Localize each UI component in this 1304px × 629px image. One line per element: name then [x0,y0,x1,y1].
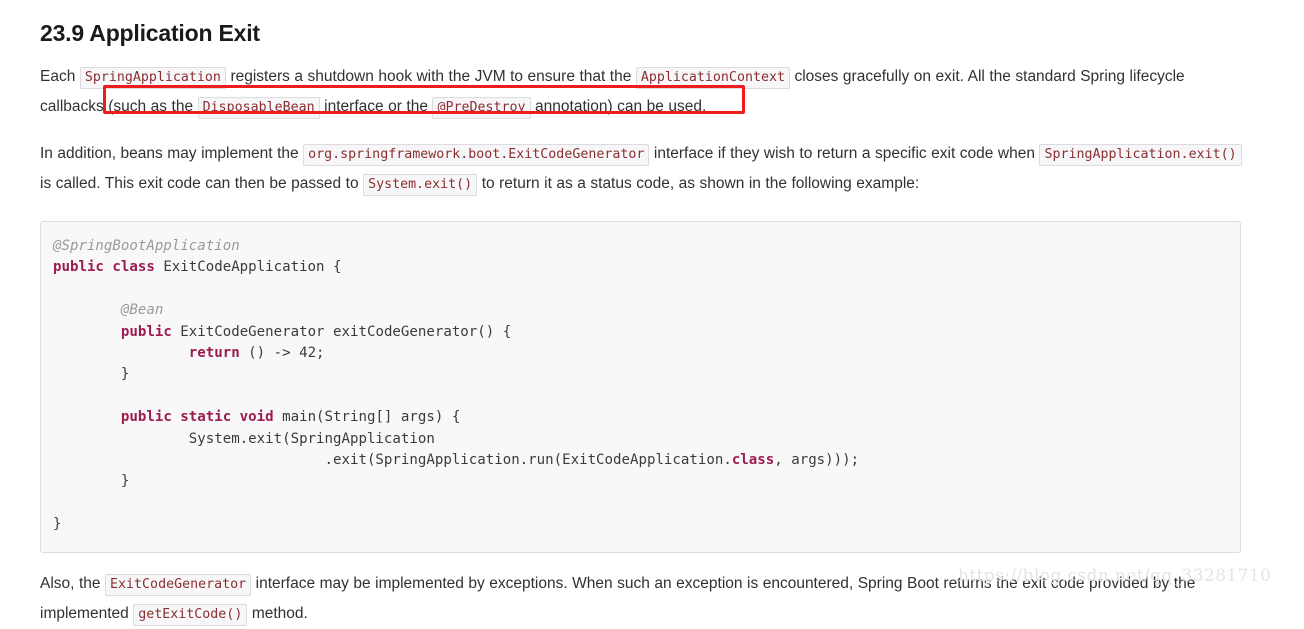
code-token: } [53,473,130,490]
code-token: } [53,516,62,533]
inline-code-spring-application: SpringApplication [79,67,226,89]
inline-code-exit-code-generator-fqn: org.springframework.boot.ExitCodeGenerat… [303,144,650,166]
code-token: ExitCodeGenerator exitCodeGenerator() { [171,323,512,340]
text-run: method. [247,604,308,622]
inline-code-application-context: ApplicationContext [635,67,790,89]
inline-code-exit-code-generator: ExitCodeGenerator [105,573,252,596]
text-run: interface or the [319,98,433,115]
code-token: main(String[] args) { [273,409,461,426]
inline-code-pre-destroy: @PreDestroy [432,97,531,119]
code-token: public class [53,259,155,276]
code-token: .exit(SpringApplication.run(ExitCodeAppl… [53,452,732,469]
document-page: 23.9 Application Exit Each SpringApplica… [40,0,1242,629]
page-title: 23.9 Application Exit [40,20,260,46]
code-token: } [53,366,130,383]
code-token: @Bean [120,302,164,319]
code-token: class [731,452,775,469]
text-run: In addition, beans may implement the [40,145,304,162]
code-block-exit-code-application: @SpringBootApplication public class Exit… [40,221,1241,553]
text-run: to return it as a status code, as shown … [477,175,920,192]
code-token: () -> 42; [239,345,325,362]
code-token: , args))); [774,452,860,469]
text-run: registers a shutdown hook with the JVM t… [225,68,636,85]
code-listing: @SpringBootApplication public class Exit… [53,236,1224,536]
text-run: Each [40,68,80,85]
watermark-text: https://blog.csdn.net/qq_33281710 [958,566,1272,586]
paragraph-application-exit-intro: Each SpringApplication registers a shutd… [40,62,1242,122]
text-run: Also, the [40,574,106,592]
text-run: annotation) can be used. [530,98,707,115]
code-token: System.exit(SpringApplication [53,430,435,447]
code-token: public [120,323,172,340]
inline-code-get-exit-code: getExitCode() [133,603,248,626]
text-run: is called. This exit code can then be pa… [40,175,364,192]
code-token: public static void [120,409,274,426]
inline-code-disposable-bean: DisposableBean [197,97,320,119]
code-token: ExitCodeApplication { [154,259,342,276]
inline-code-spring-application-exit: SpringApplication.exit() [1039,144,1242,166]
code-token: return [188,345,240,362]
inline-code-system-exit: System.exit() [363,174,478,196]
code-token: @SpringBootApplication [53,238,240,254]
paragraph-exit-code-generator: In addition, beans may implement the org… [40,139,1242,199]
text-run: interface if they wish to return a speci… [649,145,1040,162]
